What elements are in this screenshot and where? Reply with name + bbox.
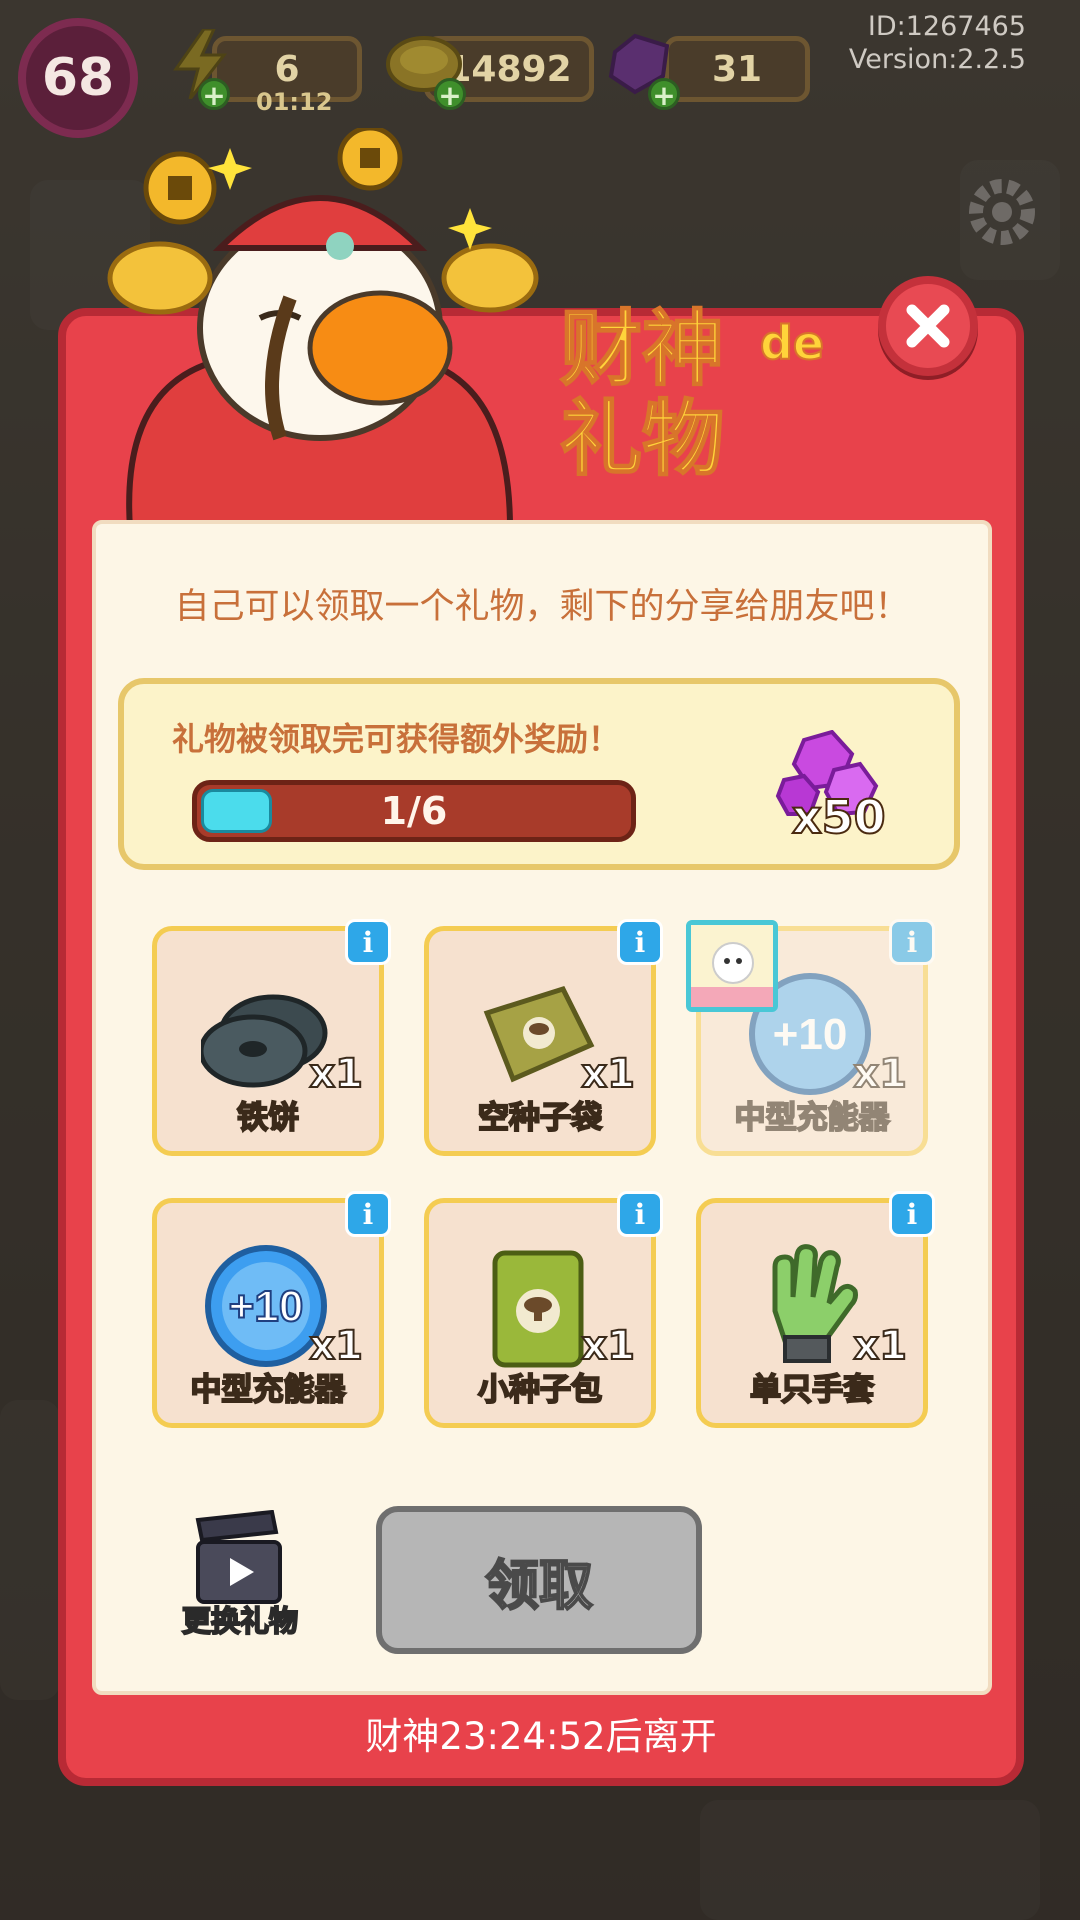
gem-value: 31 xyxy=(711,48,763,90)
svg-text:+10: +10 xyxy=(773,1010,848,1059)
gift-name: 中型充能器 xyxy=(190,1371,347,1409)
info-icon: i xyxy=(362,925,374,959)
info-button[interactable]: i xyxy=(345,1191,391,1237)
dialog-title: 财神 de 礼物 xyxy=(559,282,860,488)
energy-timer: 01:12 xyxy=(256,88,333,116)
title-line-2: 礼物 xyxy=(559,391,725,488)
info-icon: i xyxy=(362,1197,374,1231)
gift-card-glove[interactable]: x1 单只手套 i xyxy=(696,1191,935,1428)
coin-icon: + xyxy=(384,24,466,111)
info-button[interactable]: i xyxy=(889,919,935,965)
departure-countdown: 财神23:24:52后离开 xyxy=(365,1715,717,1758)
friend-avatar xyxy=(686,920,778,1012)
energy-value: 6 xyxy=(274,48,300,90)
gift-quantity: x1 xyxy=(308,1322,364,1370)
gift-card-seed-pack[interactable]: x1 小种子包 i xyxy=(424,1191,663,1428)
progress-caption: 礼物被领取完可获得额外奖励！ xyxy=(172,720,621,758)
gem-icon: + xyxy=(600,24,680,111)
gift-card-charger[interactable]: +10 x1 中型充能器 i xyxy=(152,1191,391,1428)
god-of-wealth-mascot xyxy=(90,125,540,531)
info-icon: i xyxy=(906,925,918,959)
gift-quantity: x1 xyxy=(580,1322,636,1370)
change-gift-label: 更换礼物 xyxy=(181,1603,299,1639)
add-energy-icon[interactable]: + xyxy=(198,78,230,111)
info-button[interactable]: i xyxy=(889,1191,935,1237)
title-de: de xyxy=(759,315,825,371)
info-icon: i xyxy=(634,1197,646,1231)
gift-quantity: x1 xyxy=(852,1322,908,1370)
coin-value: 14892 xyxy=(446,48,572,90)
build-info: ID:1267465 Version:2.2.5 xyxy=(849,10,1026,76)
version-text: Version:2.2.5 xyxy=(848,44,1026,75)
gift-quantity: x1 xyxy=(852,1050,908,1098)
dialog-subtitle: 自己可以领取一个礼物，剩下的分享给朋友吧！ xyxy=(174,587,910,627)
gift-card-discus[interactable]: x1 铁饼 i xyxy=(152,919,391,1156)
progress-panel: 礼物被领取完可获得额外奖励！ 1/6 x50 xyxy=(118,678,960,870)
gear-icon xyxy=(962,172,1042,252)
close-icon xyxy=(906,304,950,348)
reward-quantity: x50 xyxy=(791,789,887,845)
add-coin-icon[interactable]: + xyxy=(434,78,466,111)
info-icon: i xyxy=(634,925,646,959)
gift-name: 单只手套 xyxy=(749,1371,875,1409)
player-id: ID:1267465 xyxy=(867,11,1026,42)
info-button[interactable]: i xyxy=(617,919,663,965)
gem-counter[interactable]: 31 xyxy=(664,36,810,102)
player-level-badge[interactable]: 68 xyxy=(18,18,138,138)
add-gem-icon[interactable]: + xyxy=(648,78,680,111)
close-button[interactable] xyxy=(878,276,978,376)
info-icon: i xyxy=(906,1197,918,1231)
change-gift-button[interactable]: 更换礼物 xyxy=(170,1509,310,1640)
claim-button[interactable]: 领取 xyxy=(376,1506,702,1654)
gift-name: 小种子包 xyxy=(477,1371,603,1409)
info-button[interactable]: i xyxy=(617,1191,663,1237)
gift-quantity: x1 xyxy=(580,1050,636,1098)
progress-bar: 1/6 xyxy=(192,780,636,842)
gift-card-empty-seed-bag[interactable]: x1 空种子袋 i xyxy=(424,919,663,1156)
lightning-icon: + xyxy=(160,24,240,111)
clapperboard-icon xyxy=(195,1509,282,1604)
gift-name: 空种子袋 xyxy=(477,1099,603,1137)
player-level: 68 xyxy=(41,48,115,108)
gift-name: 中型充能器 xyxy=(734,1099,891,1137)
svg-text:+10: +10 xyxy=(229,1282,304,1331)
gift-name: 铁饼 xyxy=(236,1099,300,1137)
info-button[interactable]: i xyxy=(345,919,391,965)
gift-quantity: x1 xyxy=(308,1050,364,1098)
claim-label: 领取 xyxy=(484,1553,594,1618)
progress-label: 1/6 xyxy=(380,789,448,833)
